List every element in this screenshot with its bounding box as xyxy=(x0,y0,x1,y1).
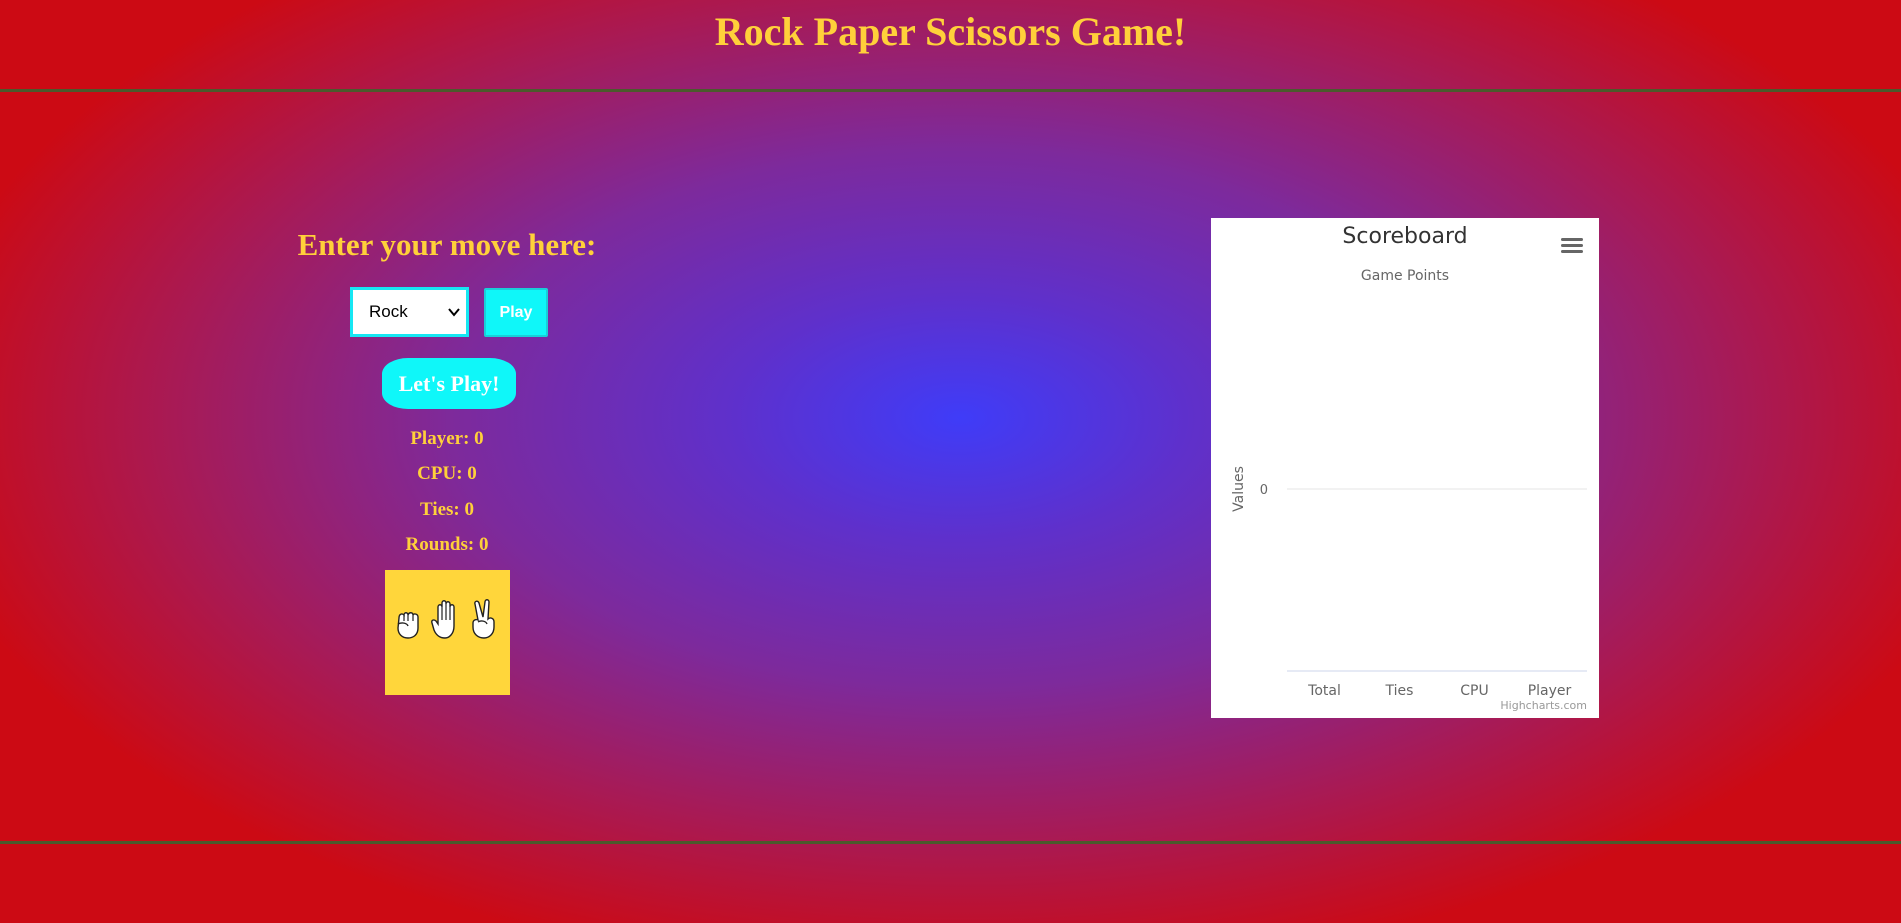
lets-play-button[interactable]: Let's Play! xyxy=(382,358,516,409)
game-panel: Enter your move here: Rock Play Let's Pl… xyxy=(247,220,647,695)
x-tick-label: Total xyxy=(1307,683,1341,699)
ties-count: Ties: 0 xyxy=(419,499,474,520)
chart-subtitle: Game Points xyxy=(1360,268,1450,284)
chart-title: Scoreboard xyxy=(1342,224,1468,249)
scoreboard-chart: 0 Values Total Ties CPU Player Scoreboard Gam… xyxy=(1211,218,1599,718)
bottom-divider xyxy=(0,841,1901,844)
x-tick-label: Player xyxy=(1528,683,1572,699)
chart-credits[interactable]: Highcharts.com xyxy=(1500,699,1587,712)
y-tick-label: 0 xyxy=(1260,483,1268,498)
chart-canvas: 0 Values Total Ties CPU Player xyxy=(1231,466,1587,699)
move-controls: Rock Play xyxy=(350,287,600,339)
player-score: Player: 0 xyxy=(410,428,484,449)
cpu-score: CPU: 0 xyxy=(417,463,477,484)
move-select-value: Rock xyxy=(369,302,408,321)
page-title: Rock Paper Scissors Game! xyxy=(714,9,1187,54)
fist-icon xyxy=(397,612,419,639)
y-axis-title: Values xyxy=(1231,466,1247,512)
top-divider xyxy=(0,89,1901,92)
move-prompt: Enter your move here: xyxy=(297,227,597,262)
x-tick-label: CPU xyxy=(1460,683,1488,699)
play-button[interactable]: Play xyxy=(484,288,548,337)
move-select[interactable]: Rock xyxy=(350,287,469,337)
open-hand-icon xyxy=(431,600,455,639)
chevron-down-icon xyxy=(448,290,460,351)
x-tick-label: Ties xyxy=(1385,683,1414,699)
rounds-count: Rounds: 0 xyxy=(405,534,489,555)
hands-image xyxy=(385,570,510,695)
victory-hand-icon xyxy=(472,599,495,639)
hamburger-menu-icon[interactable] xyxy=(1559,233,1585,259)
